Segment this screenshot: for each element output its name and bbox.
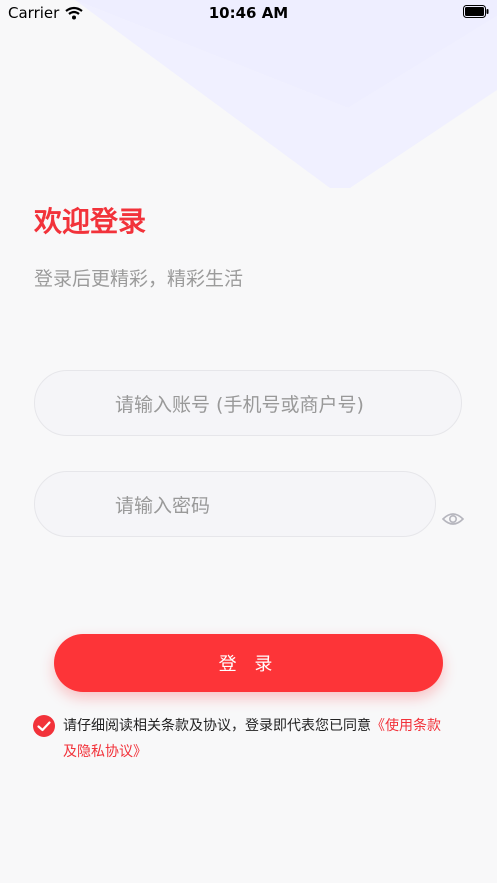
page-subtitle: 登录后更精彩，精彩生活 xyxy=(34,268,244,290)
eye-icon[interactable] xyxy=(442,511,464,527)
battery-icon xyxy=(463,5,489,18)
account-input[interactable]: 请输入账号 (手机号或商户号) xyxy=(34,370,462,436)
page-title: 欢迎登录 xyxy=(34,205,147,238)
account-placeholder: 请输入账号 (手机号或商户号) xyxy=(115,393,364,416)
status-bar: Carrier 10:46 AM xyxy=(0,0,497,28)
agreement-prefix: 请仔细阅读相关条款及协议，登录即代表您已同意 xyxy=(63,718,371,734)
agreement-text: 请仔细阅读相关条款及协议，登录即代表您已同意《使用条款及隐私协议》 xyxy=(63,713,443,765)
login-button[interactable]: 登 录 xyxy=(54,634,443,692)
status-time: 10:46 AM xyxy=(208,4,289,22)
password-input[interactable]: 请输入密码 xyxy=(34,471,436,537)
password-placeholder: 请输入密码 xyxy=(115,494,211,517)
checkmark-circle-icon[interactable] xyxy=(33,715,55,737)
